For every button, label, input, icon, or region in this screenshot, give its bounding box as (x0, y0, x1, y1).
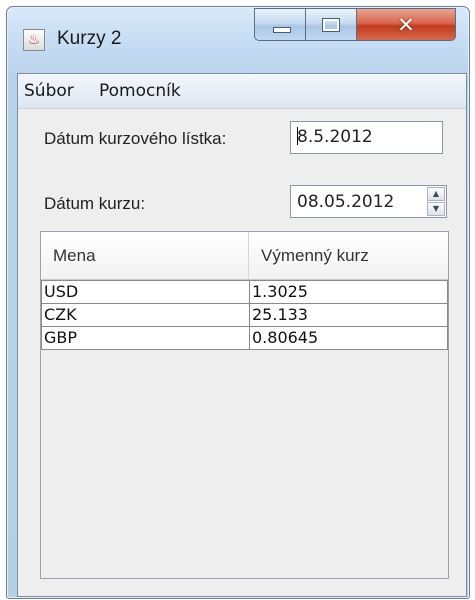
close-icon: ✕ (397, 13, 415, 37)
spinner-down-button[interactable]: ▼ (427, 202, 445, 216)
table-row[interactable]: CZK 25.133 (41, 303, 448, 327)
rate-cell[interactable]: 0.80645 (249, 326, 448, 350)
minimize-icon (273, 27, 291, 33)
rate-date-value: 08.05.2012 (297, 192, 395, 212)
title-bar[interactable]: ♨ Kurzy 2 ✕ (7, 7, 469, 67)
rate-date-spinner[interactable]: 08.05.2012 ▲ ▼ (290, 185, 447, 218)
client-area: Súbor Pomocník Dátum kurzového lístka: 8… (17, 73, 467, 597)
menu-bar: Súbor Pomocník (18, 74, 466, 109)
arrow-down-icon: ▼ (432, 204, 440, 213)
menu-item-help[interactable]: Pomocník (99, 81, 181, 101)
table-row[interactable]: USD 1.3025 (41, 280, 448, 304)
exchange-rate-table[interactable]: Mena Výmenný kurz USD 1.3025 CZK 25.133 … (40, 231, 449, 579)
arrow-up-icon: ▲ (432, 189, 440, 198)
maximize-button[interactable] (305, 8, 357, 41)
currency-cell[interactable]: USD (41, 280, 250, 304)
rate-cell[interactable]: 25.133 (249, 303, 448, 327)
list-date-label: Dátum kurzového lístka: (44, 129, 227, 148)
rate-date-label: Dátum kurzu: (44, 194, 146, 213)
list-date-value: 8.5.2012 (297, 127, 373, 147)
list-date-field[interactable]: 8.5.2012 (290, 121, 443, 154)
column-header-rate[interactable]: Výmenný kurz (249, 232, 448, 279)
minimize-button[interactable] (254, 8, 306, 41)
window-title: Kurzy 2 (57, 28, 122, 49)
table-row[interactable]: GBP 0.80645 (41, 326, 448, 350)
currency-cell[interactable]: GBP (41, 326, 250, 350)
column-header-currency[interactable]: Mena (41, 232, 249, 279)
menu-item-file[interactable]: Súbor (24, 81, 74, 101)
currency-cell[interactable]: CZK (41, 303, 250, 327)
application-window: ♨ Kurzy 2 ✕ Súbor Pomocník Dátum kurzové… (6, 6, 470, 599)
rate-cell[interactable]: 1.3025 (249, 280, 448, 304)
spinner-buttons: ▲ ▼ (427, 187, 445, 216)
table-body: USD 1.3025 CZK 25.133 GBP 0.80645 (41, 280, 448, 350)
table-header: Mena Výmenný kurz (41, 232, 448, 280)
java-cup-icon[interactable]: ♨ (23, 29, 45, 51)
caption-buttons: ✕ (254, 8, 458, 42)
spinner-up-button[interactable]: ▲ (427, 187, 445, 201)
close-button[interactable]: ✕ (356, 8, 456, 41)
maximize-icon (322, 18, 340, 32)
